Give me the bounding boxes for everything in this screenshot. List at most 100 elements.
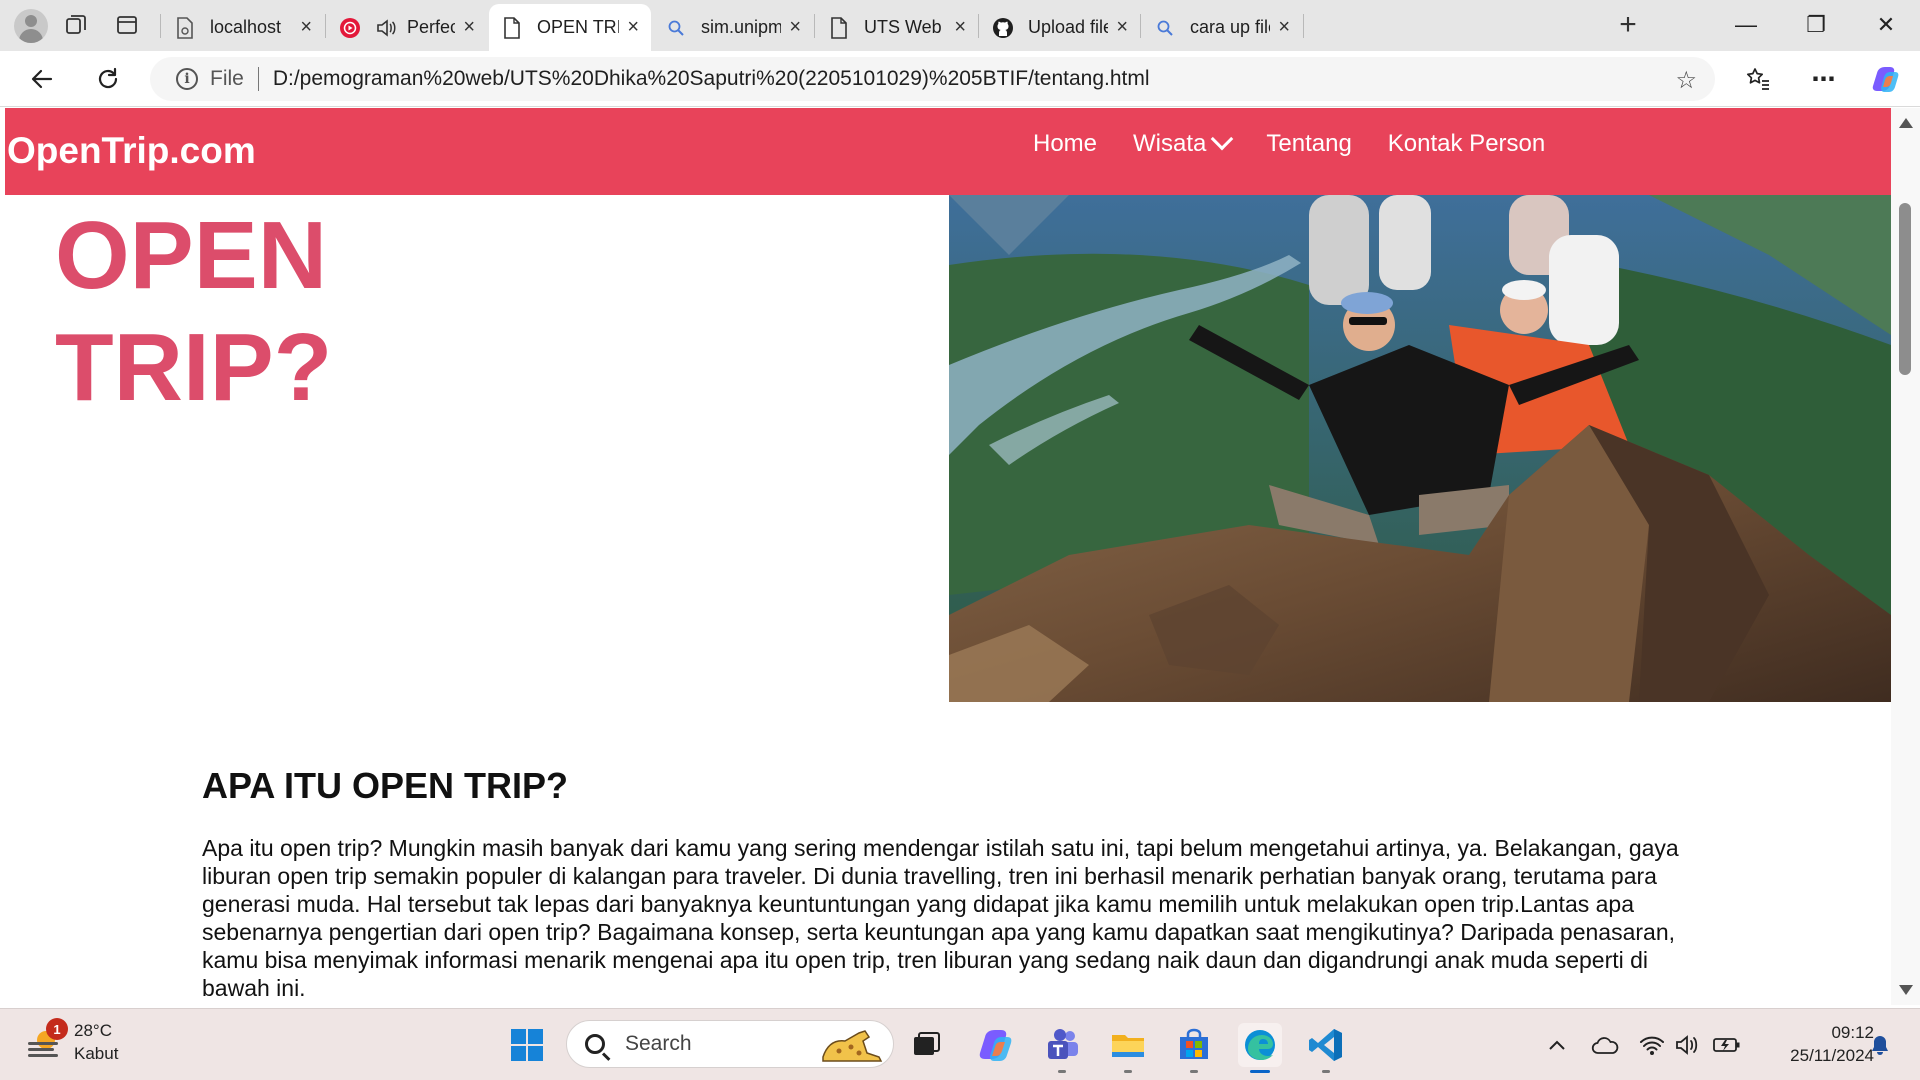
tab-cara-up-file[interactable]: cara up file d × [1142, 4, 1302, 51]
weather-widget[interactable]: 1 28°C Kabut [24, 1018, 118, 1065]
restore-button[interactable]: ❐ [1794, 8, 1838, 42]
running-indicator [1058, 1070, 1066, 1073]
page-viewport: OpenTrip.com Home Wisata Tentang Kontak … [5, 108, 1891, 1005]
section-paragraph: Apa itu open trip? Mungkin masih banyak … [202, 835, 1679, 1001]
volume-icon[interactable] [1674, 1031, 1702, 1059]
wifi-icon[interactable] [1638, 1031, 1666, 1059]
onedrive-cloud-icon[interactable] [1590, 1031, 1620, 1059]
windows-start-icon[interactable] [505, 1023, 549, 1067]
nav-tentang-link[interactable]: Tentang [1266, 130, 1351, 158]
tab-close-icon[interactable]: × [1116, 16, 1128, 39]
refresh-icon[interactable] [90, 61, 126, 97]
section-heading: APA ITU OPEN TRIP? [202, 765, 569, 806]
workspaces-icon[interactable] [62, 11, 90, 39]
vscode-icon[interactable] [1304, 1023, 1348, 1073]
nav-home-link[interactable]: Home [1033, 130, 1097, 158]
new-tab-button[interactable]: + [1614, 8, 1642, 41]
tab-title: Perfect - [407, 17, 456, 37]
chevron-up-icon[interactable] [1545, 1031, 1569, 1059]
site-menu: Home Wisata Tentang Kontak Person [1033, 127, 1581, 158]
chevron-down-icon [1211, 127, 1234, 151]
search-icon [585, 1034, 605, 1054]
nav-label: Kontak Person [1387, 130, 1546, 157]
tab-uts-web[interactable]: UTS Web 1.p × [816, 4, 978, 51]
site-info-icon[interactable]: i [176, 68, 198, 90]
tab-close-icon[interactable]: × [954, 16, 966, 39]
tab-close-icon[interactable]: × [1278, 16, 1290, 39]
system-clock[interactable]: 09:12 25/11/2024 [1752, 1021, 1874, 1067]
minimize-button[interactable]: — [1724, 8, 1768, 42]
scroll-up-arrow-icon[interactable] [1899, 118, 1913, 128]
hero-mountain-group-photo [949, 195, 1891, 702]
document-icon [501, 16, 523, 39]
copilot-icon[interactable] [974, 1023, 1018, 1067]
battery-charging-icon[interactable] [1712, 1031, 1742, 1059]
task-view-icon[interactable] [904, 1023, 948, 1067]
url-divider [257, 67, 259, 91]
search-icon [1154, 17, 1176, 39]
tab-upload-files[interactable]: Upload files × [980, 4, 1140, 51]
tab-localhost[interactable]: localhost × [162, 4, 324, 51]
tab-separator [160, 14, 161, 38]
more-options-icon[interactable]: ⋯ [1806, 61, 1842, 97]
weather-temperature: 28°C [74, 1021, 112, 1040]
nav-wisata-dropdown[interactable]: Wisata [1133, 127, 1234, 158]
back-arrow-icon[interactable] [24, 61, 60, 97]
page-scrollbar[interactable] [1891, 108, 1920, 1005]
running-indicator [1190, 1070, 1198, 1073]
fog-weather-icon: 1 [24, 1018, 68, 1062]
tab-separator [1140, 14, 1141, 38]
close-window-button[interactable]: ✕ [1864, 8, 1908, 42]
tab-perfect[interactable]: Perfect - × [327, 4, 487, 51]
search-icon [665, 17, 687, 39]
favorites-list-icon[interactable] [1740, 61, 1776, 97]
tab-separator [1303, 14, 1304, 38]
profile-avatar-icon[interactable] [14, 9, 48, 43]
url-scheme-label: File [210, 67, 244, 90]
hero-title: OPEN TRIP? [55, 200, 332, 424]
edge-icon[interactable] [1238, 1023, 1282, 1073]
clock-time: 09:12 [1831, 1023, 1874, 1042]
speaker-audio-icon[interactable] [375, 17, 397, 39]
scrollbar-thumb[interactable] [1899, 203, 1911, 375]
clock-date: 25/11/2024 [1790, 1046, 1874, 1065]
github-icon [992, 17, 1014, 39]
file-explorer-icon[interactable] [1106, 1023, 1150, 1073]
running-indicator [1322, 1070, 1330, 1073]
notification-badge: 1 [46, 1018, 68, 1040]
site-brand-logo[interactable]: OpenTrip.com [7, 130, 256, 172]
tab-title: sim.unipma.a [701, 17, 782, 37]
microsoft-store-icon[interactable] [1172, 1023, 1216, 1073]
tab-title: cara up file d [1190, 17, 1270, 37]
tab-close-icon[interactable]: × [463, 16, 475, 39]
running-indicator [1124, 1070, 1132, 1073]
taskbar-search-box[interactable]: Search [566, 1020, 894, 1068]
url-text[interactable]: D:/pemograman%20web/UTS%20Dhika%20Saputr… [273, 67, 1150, 91]
nav-kontak-link[interactable]: Kontak Person [1388, 130, 1545, 158]
tab-close-icon[interactable]: × [300, 16, 312, 39]
taskbar-search-placeholder: Search [625, 1032, 692, 1055]
windows-taskbar: 1 28°C Kabut Search 09:12 25/11/2024 [0, 1008, 1920, 1080]
document-icon [828, 16, 850, 39]
browser-tab-strip: localhost × Perfect - × OPEN TRIP × sim.… [0, 0, 1920, 51]
copilot-browser-icon[interactable] [1868, 61, 1904, 97]
tab-close-icon[interactable]: × [627, 16, 639, 39]
nav-label: Tentang [1266, 130, 1352, 157]
tab-title: OPEN TRIP [537, 17, 620, 37]
tab-separator [978, 14, 979, 38]
notification-bell-icon[interactable] [1866, 1031, 1894, 1059]
hero-title-line-2: TRIP? [55, 314, 333, 421]
page-broken-icon [174, 16, 196, 39]
favorite-star-icon[interactable]: ☆ [1675, 66, 1697, 95]
scroll-down-arrow-icon[interactable] [1899, 985, 1913, 995]
vertical-tabs-icon[interactable] [113, 11, 141, 39]
address-bar[interactable]: i File D:/pemograman%20web/UTS%20Dhika%2… [150, 57, 1715, 101]
tab-separator [325, 14, 326, 38]
browser-toolbar: i File D:/pemograman%20web/UTS%20Dhika%2… [0, 51, 1920, 107]
tab-sim-unipma[interactable]: sim.unipma.a × [653, 4, 813, 51]
tab-separator [814, 14, 815, 38]
youtube-music-icon [339, 17, 361, 39]
tab-open-trip-active[interactable]: OPEN TRIP × [489, 4, 651, 51]
tab-close-icon[interactable]: × [789, 16, 801, 39]
teams-icon[interactable] [1040, 1023, 1084, 1073]
